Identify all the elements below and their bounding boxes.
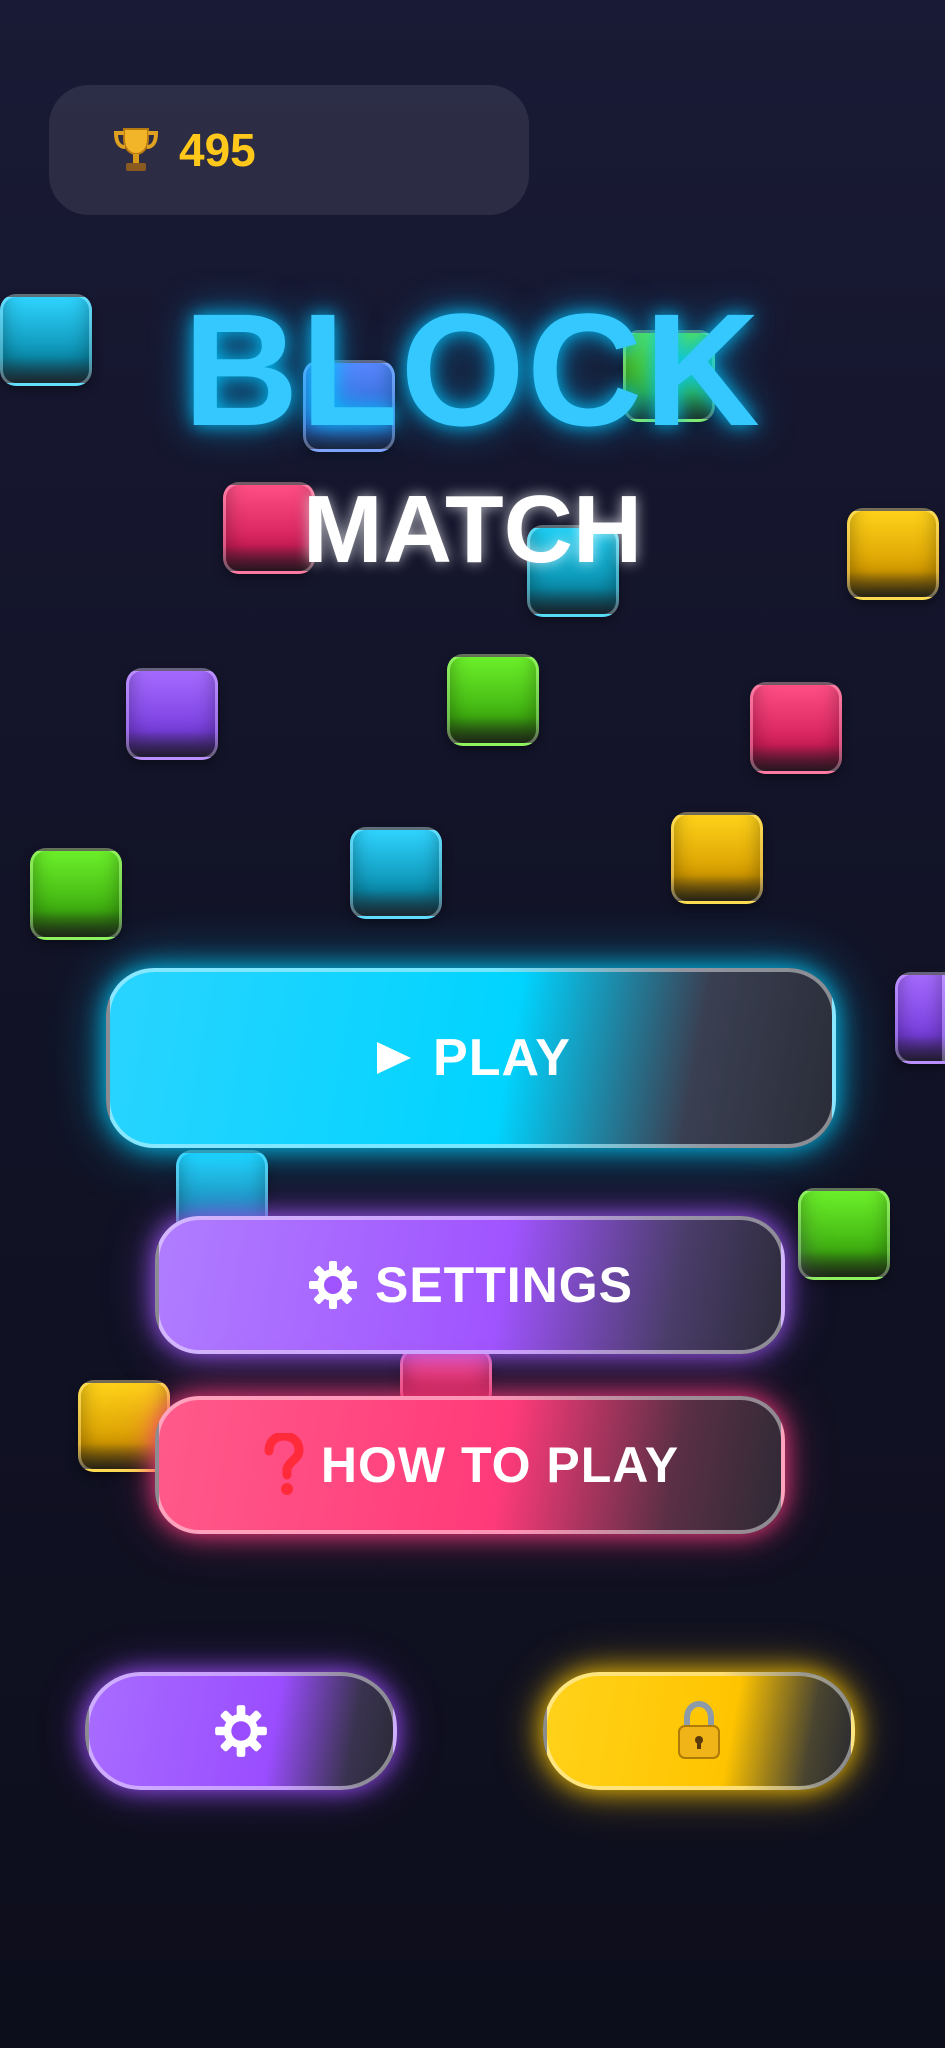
falling-block [350,827,442,919]
question-mark-icon [264,1433,304,1495]
score-value: 495 [179,124,256,176]
falling-block [750,682,842,774]
falling-block [126,668,218,760]
falling-block [798,1188,890,1280]
game-title-match: MATCH [302,476,643,583]
play-icon [377,1042,412,1074]
trophy-icon [113,128,159,171]
lock-icon [678,1700,720,1759]
falling-block [671,812,763,904]
locked-button[interactable] [543,1672,855,1790]
falling-block [895,972,945,1064]
falling-block [447,654,539,746]
score-panel: 495 [49,85,529,215]
game-title-block: BLOCK [183,280,762,459]
settings-button[interactable]: SETTINGS [155,1216,785,1354]
how-to-play-button[interactable]: HOW TO PLAY [155,1396,785,1534]
settings-button-label: SETTINGS [374,1257,634,1313]
gear-icon [308,1261,357,1309]
play-button-label: PLAY [433,1029,571,1087]
how-to-play-button-label: HOW TO PLAY [320,1437,680,1493]
options-gear-button[interactable] [85,1672,397,1790]
gear-icon [215,1705,267,1757]
play-button[interactable]: PLAY [106,968,836,1148]
falling-block [30,848,122,940]
